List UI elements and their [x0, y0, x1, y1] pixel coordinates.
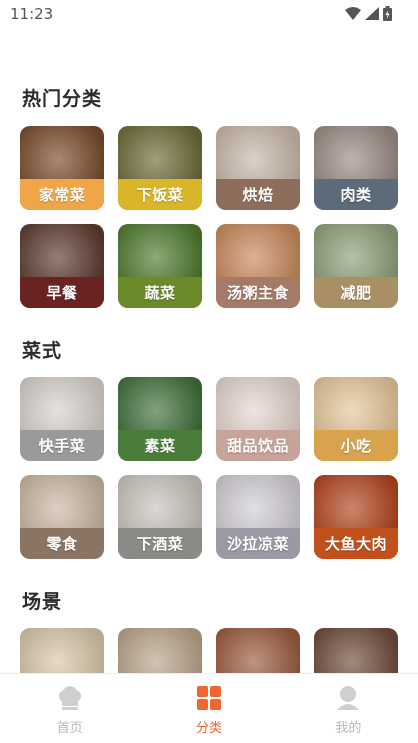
category-photo [20, 628, 104, 673]
category-band: 减肥 [314, 277, 398, 308]
category-label: 大鱼大肉 [324, 535, 387, 553]
category-band: 肉类 [314, 179, 398, 210]
category-photo [118, 628, 202, 673]
category-photo [314, 628, 398, 673]
scene-category-grid [20, 628, 398, 673]
category-tile[interactable] [314, 628, 398, 673]
category-tile[interactable]: 沙拉凉菜 [216, 475, 300, 559]
nav-profile[interactable]: 我的 [279, 674, 418, 743]
hot-category-grid: 家常菜 下饭菜 烘焙 肉类 早餐 蔬菜 汤粥主食 减肥 [20, 126, 398, 308]
category-tile[interactable]: 小吃 [314, 377, 398, 461]
category-label: 零食 [46, 535, 78, 553]
category-tile[interactable]: 快手菜 [20, 377, 104, 461]
app-screen: 11:23 热门分类 家常菜 下饭菜 烘焙 肉类 早餐 蔬菜 汤粥主食 减肥 菜… [0, 0, 418, 743]
nav-home[interactable]: 首页 [0, 674, 139, 743]
category-label: 沙拉凉菜 [226, 535, 289, 553]
category-label: 快手菜 [38, 437, 86, 455]
category-tile[interactable]: 零食 [20, 475, 104, 559]
category-tile[interactable]: 下饭菜 [118, 126, 202, 210]
category-tile[interactable]: 烘焙 [216, 126, 300, 210]
category-tile[interactable]: 甜品饮品 [216, 377, 300, 461]
status-time: 11:23 [10, 5, 54, 23]
category-label: 家常菜 [38, 186, 86, 204]
style-category-grid: 快手菜 素菜 甜品饮品 小吃 零食 下酒菜 沙拉凉菜 大鱼大肉 [20, 377, 398, 559]
category-band: 素菜 [118, 430, 202, 461]
category-tile[interactable]: 汤粥主食 [216, 224, 300, 308]
category-band: 甜品饮品 [216, 430, 300, 461]
section-title-scene: 场景 [22, 591, 63, 613]
category-label: 下饭菜 [136, 186, 184, 204]
status-bar: 11:23 [0, 0, 418, 28]
category-band: 汤粥主食 [216, 277, 300, 308]
category-grid-icon [196, 686, 222, 714]
signal-icon [365, 7, 379, 20]
category-band: 家常菜 [20, 179, 104, 210]
battery-icon [383, 6, 392, 21]
section-title-style: 菜式 [22, 340, 63, 362]
category-tile[interactable]: 早餐 [20, 224, 104, 308]
category-band: 零食 [20, 528, 104, 559]
category-tile[interactable] [216, 628, 300, 673]
category-label: 素菜 [144, 437, 176, 455]
category-tile[interactable]: 家常菜 [20, 126, 104, 210]
category-band: 快手菜 [20, 430, 104, 461]
bottom-nav: 首页 分类 我的 [0, 673, 418, 743]
nav-label-category: 分类 [195, 721, 222, 736]
category-tile[interactable]: 下酒菜 [118, 475, 202, 559]
wifi-icon [345, 7, 361, 20]
status-icons [345, 6, 392, 21]
chef-hat-icon [57, 686, 83, 714]
nav-label-profile: 我的 [335, 721, 362, 736]
category-label: 早餐 [46, 284, 78, 302]
section-title-hot: 热门分类 [22, 88, 103, 110]
category-scroll-area[interactable]: 热门分类 家常菜 下饭菜 烘焙 肉类 早餐 蔬菜 汤粥主食 减肥 菜式 快手菜 … [0, 28, 418, 673]
category-label: 减肥 [340, 284, 372, 302]
category-label: 下酒菜 [136, 535, 184, 553]
category-band: 烘焙 [216, 179, 300, 210]
nav-category[interactable]: 分类 [139, 674, 278, 743]
category-tile[interactable]: 蔬菜 [118, 224, 202, 308]
category-label: 汤粥主食 [226, 284, 289, 302]
person-icon [335, 686, 361, 714]
category-band: 小吃 [314, 430, 398, 461]
nav-label-home: 首页 [56, 721, 83, 736]
category-label: 蔬菜 [144, 284, 176, 302]
category-label: 肉类 [340, 186, 372, 204]
category-tile[interactable] [20, 628, 104, 673]
category-tile[interactable]: 素菜 [118, 377, 202, 461]
category-label: 甜品饮品 [226, 437, 289, 455]
category-label: 烘焙 [242, 186, 274, 204]
category-band: 沙拉凉菜 [216, 528, 300, 559]
category-tile[interactable]: 肉类 [314, 126, 398, 210]
category-band: 大鱼大肉 [314, 528, 398, 559]
category-band: 下饭菜 [118, 179, 202, 210]
category-label: 小吃 [340, 437, 372, 455]
category-tile[interactable]: 减肥 [314, 224, 398, 308]
category-band: 早餐 [20, 277, 104, 308]
category-band: 蔬菜 [118, 277, 202, 308]
category-tile[interactable]: 大鱼大肉 [314, 475, 398, 559]
category-band: 下酒菜 [118, 528, 202, 559]
category-tile[interactable] [118, 628, 202, 673]
category-photo [216, 628, 300, 673]
